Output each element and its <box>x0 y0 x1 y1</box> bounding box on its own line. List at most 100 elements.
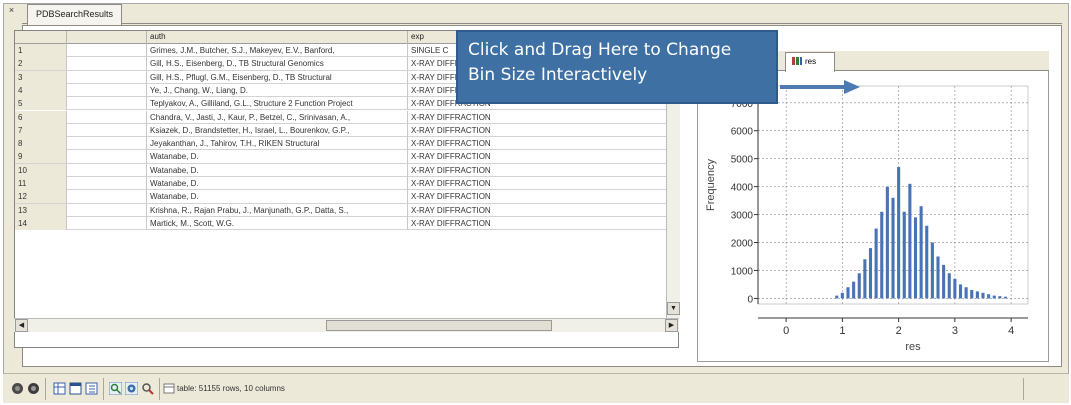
row-blank-cell[interactable] <box>67 163 147 177</box>
histogram-bar[interactable] <box>868 248 873 299</box>
auth-cell[interactable]: Martick, M., Scott, W.G. <box>147 216 408 230</box>
search-icon[interactable] <box>109 382 122 395</box>
row-number[interactable]: 8 <box>15 137 67 151</box>
exp-cell[interactable]: X-RAY DIFFRACTION <box>408 163 668 177</box>
histogram-bar[interactable] <box>1003 296 1008 299</box>
exp-cell[interactable]: X-RAY DIFFRACTION <box>408 137 668 151</box>
row-blank-cell[interactable] <box>67 190 147 204</box>
histogram-bar[interactable] <box>891 197 895 299</box>
histogram-bar[interactable] <box>897 167 901 299</box>
row-number[interactable]: 13 <box>15 203 67 217</box>
column-header-blank[interactable] <box>67 31 147 44</box>
histogram-bar[interactable] <box>902 211 906 299</box>
auth-cell[interactable]: Ye, J., Chang, W., Liang, D. <box>147 83 408 97</box>
histogram-bar[interactable] <box>953 278 957 299</box>
auth-cell[interactable]: Watanabe, D. <box>147 150 408 164</box>
exp-cell[interactable]: X-RAY DIFFRACTION <box>408 216 668 230</box>
histogram-bar[interactable] <box>987 294 991 299</box>
histogram-bar[interactable] <box>930 242 934 299</box>
exp-cell[interactable]: X-RAY DIFFRACTION <box>408 203 668 217</box>
table-row[interactable]: 11Watanabe, D.X-RAY DIFFRACTION1 <box>15 177 678 191</box>
row-number[interactable]: 7 <box>15 123 67 137</box>
tab-pdb-search-results[interactable]: PDBSearchResults <box>27 4 123 25</box>
window-icon[interactable] <box>69 382 82 395</box>
row-blank-cell[interactable] <box>67 83 147 97</box>
histogram-bar[interactable] <box>919 206 923 299</box>
auth-cell[interactable]: Gill, H.S., Pflugl, G.M., Eisenberg, D.,… <box>147 70 408 84</box>
auth-cell[interactable]: Watanabe, D. <box>147 163 408 177</box>
row-number[interactable]: 14 <box>15 216 67 230</box>
histogram-bar[interactable] <box>852 281 856 299</box>
histogram-bar[interactable] <box>936 256 940 299</box>
row-blank-cell[interactable] <box>67 70 147 84</box>
histogram-bar[interactable] <box>913 217 918 299</box>
row-blank-cell[interactable] <box>67 57 147 71</box>
table-view-icon[interactable] <box>53 382 66 395</box>
stop-icon[interactable] <box>27 382 40 395</box>
exp-cell[interactable]: X-RAY DIFFRACTION <box>408 123 668 137</box>
row-blank-cell[interactable] <box>67 203 147 217</box>
table-row[interactable]: 7 Ksiazek, D., Brandstetter, H., Israel, … <box>15 123 678 138</box>
scroll-right-icon[interactable]: ▶ <box>665 319 678 332</box>
auth-cell[interactable]: Watanabe, D. <box>147 190 408 204</box>
table-row[interactable]: 9Watanabe, D.X-RAY DIFFRACTION2 <box>15 150 678 164</box>
table-horizontal-scrollbar[interactable]: ◀ ▶ <box>14 318 679 332</box>
row-blank-cell[interactable] <box>67 44 147 57</box>
row-blank-cell[interactable] <box>67 123 147 137</box>
column-header-auth[interactable]: auth <box>147 31 408 44</box>
histogram-bar[interactable] <box>992 295 996 299</box>
histogram-bar[interactable] <box>857 273 861 299</box>
histogram-bar[interactable] <box>846 287 850 299</box>
auth-cell[interactable]: Watanabe, D. <box>147 177 408 190</box>
histogram-bar[interactable] <box>835 295 839 299</box>
row-number[interactable]: 1 <box>15 44 67 57</box>
table-row[interactable]: 14 Martick, M., Scott, W.G. X-RAY DIFFRACT… <box>15 216 678 231</box>
row-number[interactable]: 10 <box>15 163 67 177</box>
auth-cell[interactable]: Gill, H.S., Eisenberg, D., TB Structural… <box>147 57 408 71</box>
histogram-bar[interactable] <box>840 292 844 299</box>
exp-cell[interactable]: X-RAY DIFFRACTION <box>408 150 668 164</box>
scroll-left-icon[interactable]: ◀ <box>15 319 28 332</box>
histogram-bar[interactable] <box>998 296 1002 299</box>
exp-cell[interactable]: X-RAY DIFFRACTION <box>408 110 668 124</box>
histogram-bar[interactable] <box>958 284 963 299</box>
histogram-bar[interactable] <box>981 292 985 299</box>
row-number[interactable]: 11 <box>15 177 67 190</box>
row-number[interactable]: 3 <box>15 70 67 84</box>
histogram-bar[interactable] <box>925 225 929 299</box>
row-blank-cell[interactable] <box>67 137 147 151</box>
histogram-bar[interactable] <box>885 186 889 299</box>
query-icon[interactable] <box>141 382 154 395</box>
histogram-bar[interactable] <box>942 264 946 299</box>
auth-cell[interactable]: Krishna, R., Rajan Prabu, J., Manjunath,… <box>147 203 408 217</box>
table-row[interactable]: 12Watanabe, D.X-RAY DIFFRACTION2 <box>15 190 678 204</box>
histogram-bar[interactable] <box>908 183 912 299</box>
table-row[interactable]: 8 Jeyakanthan, J., Tahirov, T.H., RIKEN S… <box>15 137 678 151</box>
row-number[interactable]: 9 <box>15 150 67 164</box>
histogram-bar[interactable] <box>975 291 979 299</box>
record-icon[interactable] <box>11 382 24 395</box>
row-blank-cell[interactable] <box>67 110 147 124</box>
row-number[interactable]: 2 <box>15 57 67 71</box>
table-row[interactable]: 13 Krishna, R., Rajan Prabu, J., Manjunat… <box>15 203 678 217</box>
auth-cell[interactable]: Teplyakov, A., Gilliland, G.L., Structur… <box>147 97 408 111</box>
histogram-bar[interactable] <box>964 287 968 299</box>
column-header-rownum[interactable] <box>15 31 67 44</box>
scroll-down-icon[interactable]: ▼ <box>667 302 680 315</box>
auth-cell[interactable]: Chandra, V., Jasti, J., Kaur, P., Betzel… <box>147 110 408 124</box>
horizontal-scroll-thumb[interactable] <box>326 320 552 331</box>
row-blank-cell[interactable] <box>67 97 147 111</box>
row-blank-cell[interactable] <box>67 177 147 190</box>
row-number[interactable]: 5 <box>15 97 67 111</box>
row-blank-cell[interactable] <box>67 216 147 230</box>
row-number[interactable]: 4 <box>15 83 67 97</box>
close-icon[interactable]: × <box>6 5 17 16</box>
table-row[interactable]: 10Watanabe, D.X-RAY DIFFRACTION1 <box>15 163 678 177</box>
auth-cell[interactable]: Ksiazek, D., Brandstetter, H., Israel, L… <box>147 123 408 137</box>
exp-cell[interactable]: X-RAY DIFFRACTION <box>408 190 668 204</box>
row-blank-cell[interactable] <box>67 150 147 164</box>
row-number[interactable]: 6 <box>15 110 67 124</box>
tab-res[interactable]: res <box>785 52 835 72</box>
exp-cell[interactable]: X-RAY DIFFRACTION <box>408 177 668 190</box>
histogram-bar[interactable] <box>970 290 974 299</box>
